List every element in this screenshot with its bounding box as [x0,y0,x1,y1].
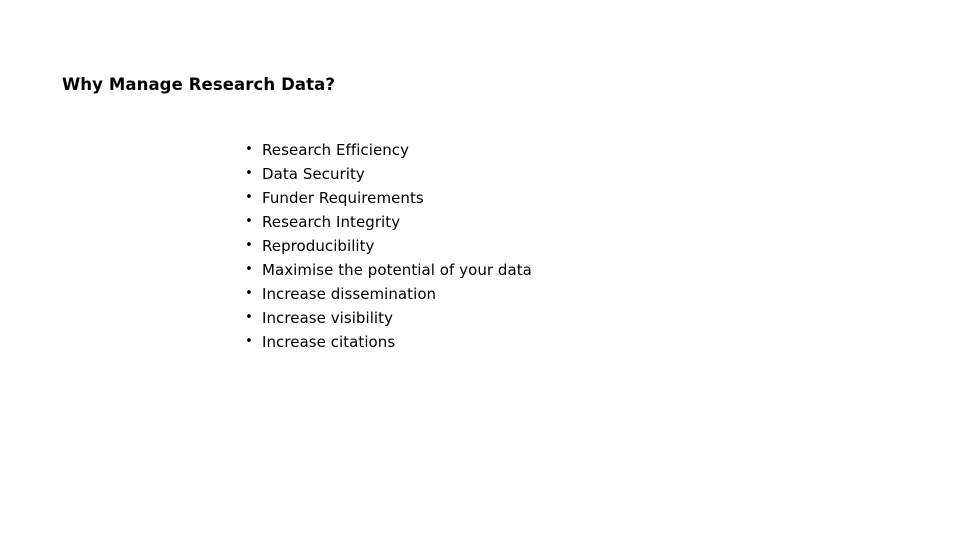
list-item-label: Reproducibility [262,237,375,255]
bullet-point-icon: • [245,142,253,157]
list-item: • Funder Requirements [237,186,857,210]
list-item: • Data Security [237,162,857,186]
presentation-slide: Why Manage Research Data? • Research Eff… [0,0,960,540]
list-item: • Research Integrity [237,210,857,234]
list-item-label: Data Security [262,165,365,183]
bullet-point-icon: • [245,238,253,253]
list-item-label: Increase citations [262,333,396,351]
bullet-point-icon: • [245,262,253,277]
list-item: • Reproducibility [237,234,857,258]
list-item: • Maximise the potential of your data [237,258,857,282]
bullet-point-icon: • [245,286,253,301]
bullet-point-icon: • [245,310,253,325]
bullet-list: • Research Efficiency • Data Security • … [237,138,857,354]
list-item-label: Funder Requirements [262,189,424,207]
list-item: • Increase citations [237,330,857,354]
list-item-label: Increase dissemination [262,285,437,303]
bullet-point-icon: • [245,214,253,229]
list-item: • Research Efficiency [237,138,857,162]
list-item: • Increase visibility [237,306,857,330]
page-title: Why Manage Research Data? [62,75,336,95]
list-item-label: Increase visibility [262,309,394,327]
list-item-label: Maximise the potential of your data [262,261,532,279]
bullet-point-icon: • [245,166,253,181]
list-item-label: Research Integrity [262,213,401,231]
list-item-label: Research Efficiency [262,141,410,159]
bullet-point-icon: • [245,190,253,205]
list-item: • Increase dissemination [237,282,857,306]
bullet-point-icon: • [245,334,253,349]
